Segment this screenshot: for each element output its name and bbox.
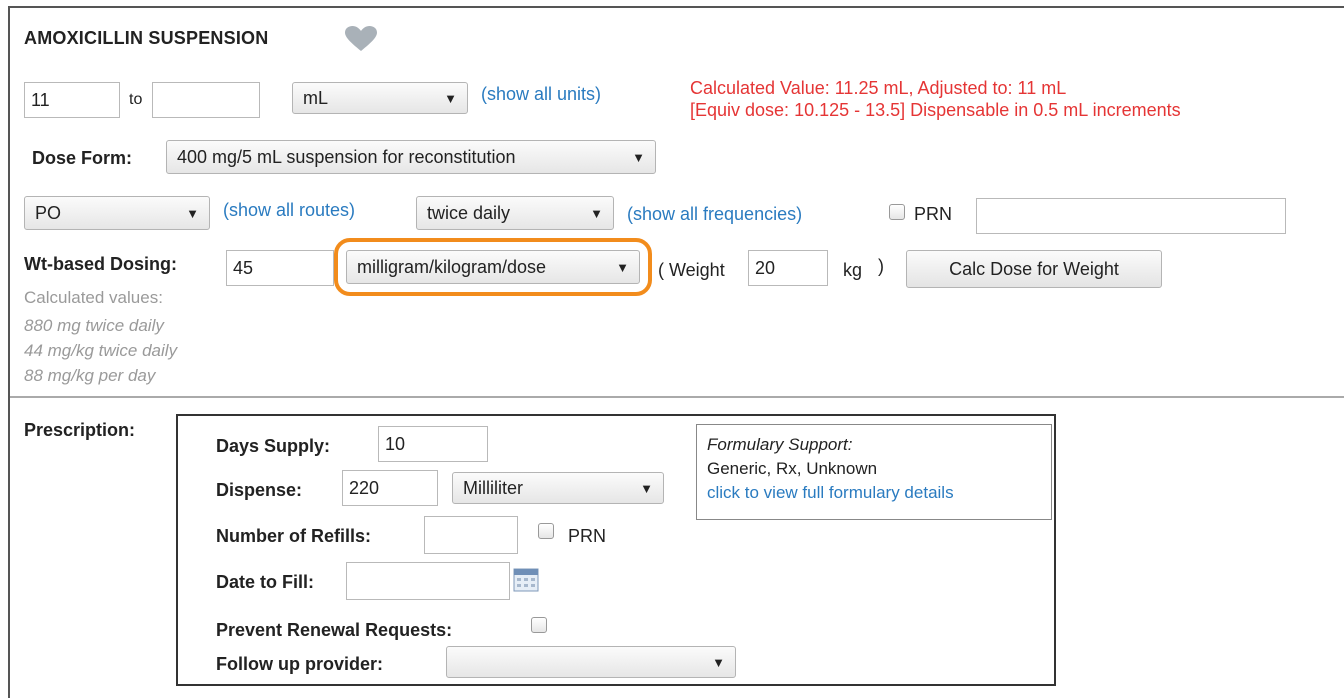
formulary-info: Generic, Rx, Unknown [707, 459, 878, 478]
route-value: PO [35, 202, 62, 223]
refills-input[interactable] [424, 516, 518, 554]
formulary-support-box: Formulary Support: Generic, Rx, Unknown … [696, 424, 1052, 520]
dose-form-select[interactable]: 400 mg/5 mL suspension for reconstitutio… [166, 140, 656, 174]
calculated-value-text: Calculated Value: 11.25 mL, Adjusted to:… [690, 78, 1067, 98]
dispense-label: Dispense: [216, 480, 303, 500]
dispense-input[interactable]: 220 [342, 470, 438, 506]
formulary-title: Formulary Support: [707, 435, 853, 454]
weight-label: ( Weight [658, 260, 725, 280]
chevron-down-icon: ▼ [640, 480, 653, 496]
favorite-heart-icon[interactable] [344, 26, 378, 52]
calculated-values-header: Calculated values: [24, 288, 163, 307]
show-all-units-link[interactable]: (show all units) [481, 84, 601, 105]
prevent-renewal-label: Prevent Renewal Requests: [216, 620, 453, 640]
refills-prn-checkbox[interactable] [538, 523, 554, 539]
dose-form-label: Dose Form: [32, 148, 133, 168]
number-of-refills-label: Number of Refills: [216, 526, 372, 546]
refills-prn-label: PRN [568, 526, 607, 546]
calendar-icon[interactable] [513, 568, 539, 592]
dose-unit-value: mL [303, 87, 329, 108]
chevron-down-icon: ▼ [632, 149, 645, 165]
calculated-value-line: 88 mg/kg per day [24, 366, 156, 385]
chevron-down-icon: ▼ [590, 205, 603, 221]
prevent-renewal-checkbox[interactable] [531, 617, 547, 633]
calculated-value-line: 44 mg/kg twice daily [24, 341, 178, 360]
dispense-unit-select[interactable]: Milliliter ▼ [452, 472, 664, 504]
drug-title: AMOXICILLIN SUSPENSION [24, 28, 269, 48]
follow-up-provider-label: Follow up provider: [216, 654, 383, 674]
calc-dose-for-weight-button[interactable]: Calc Dose for Weight [906, 250, 1162, 288]
wt-dose-input[interactable]: 45 [226, 250, 334, 286]
equiv-dose-text: [Equiv dose: 10.125 - 13.5] Dispensable … [690, 100, 1181, 120]
route-select[interactable]: PO ▼ [24, 196, 210, 230]
highlight-annotation [334, 238, 652, 296]
follow-up-provider-select[interactable]: ▼ [446, 646, 736, 678]
days-supply-label: Days Supply: [216, 436, 331, 456]
chevron-down-icon: ▼ [712, 654, 725, 670]
show-all-routes-link[interactable]: (show all routes) [223, 200, 355, 221]
formulary-details-link[interactable]: click to view full formulary details [707, 481, 1041, 505]
chevron-down-icon: ▼ [186, 205, 199, 221]
date-to-fill-label: Date to Fill: [216, 572, 314, 592]
dose-form-value: 400 mg/5 mL suspension for reconstitutio… [177, 146, 516, 167]
prn-reason-input[interactable] [976, 198, 1286, 234]
dose-to-input[interactable] [152, 82, 260, 118]
days-supply-input[interactable]: 10 [378, 426, 488, 462]
show-all-frequencies-link[interactable]: (show all frequencies) [627, 204, 802, 225]
prn-label: PRN [914, 204, 953, 224]
weight-close-paren: ) [878, 256, 884, 276]
weight-unit-label: kg [843, 260, 863, 280]
section-divider [10, 396, 1344, 398]
frequency-value: twice daily [427, 202, 511, 223]
wt-based-dosing-label: Wt-based Dosing: [24, 254, 177, 274]
prn-checkbox[interactable] [889, 204, 905, 220]
dispense-unit-value: Milliliter [463, 477, 523, 498]
chevron-down-icon: ▼ [444, 90, 457, 106]
prescription-label: Prescription: [24, 420, 136, 440]
frequency-select[interactable]: twice daily ▼ [416, 196, 614, 230]
date-to-fill-input[interactable] [346, 562, 510, 600]
dose-to-label: to [129, 91, 143, 108]
dose-from-input[interactable]: 11 [24, 82, 120, 118]
calculated-value-line: 880 mg twice daily [24, 316, 164, 335]
weight-input[interactable]: 20 [748, 250, 828, 286]
dose-unit-select[interactable]: mL ▼ [292, 82, 468, 114]
